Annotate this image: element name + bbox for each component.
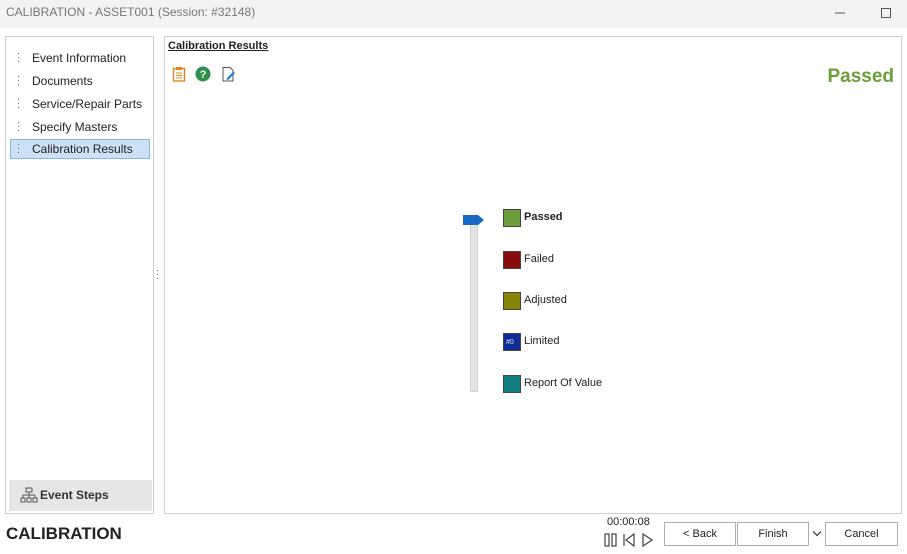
result-option-label: Adjusted: [524, 294, 567, 306]
pause-icon[interactable]: [603, 532, 619, 548]
calibration-results-panel: Calibration Results ? Passed Passed Fail…: [164, 36, 902, 514]
drag-handle-icon: · · ·: [17, 71, 20, 89]
drag-handle-icon: · · ·: [17, 94, 20, 112]
hierarchy-icon: [20, 487, 38, 503]
window-titlebar: CALIBRATION - ASSET001 (Session: #32148): [0, 0, 907, 28]
result-slider-thumb[interactable]: [463, 214, 485, 226]
sidebar-item-specify-masters[interactable]: · · · Specify Masters: [10, 117, 150, 137]
chevron-down-icon: [812, 531, 822, 537]
minimize-icon: [835, 12, 845, 14]
clipboard-icon[interactable]: [171, 66, 187, 82]
maximize-icon: [881, 8, 891, 18]
finish-button[interactable]: Finish: [737, 522, 809, 546]
result-option-label: Limited: [524, 335, 560, 347]
page-title: Calibration Results: [168, 40, 269, 52]
event-steps-sidebar: · · · Event Information · · · Documents · · · …: [5, 36, 154, 514]
play-icon[interactable]: [639, 532, 655, 548]
svg-text:?: ?: [200, 69, 207, 81]
minimize-button[interactable]: [830, 4, 850, 22]
drag-handle-icon: · · ·: [17, 117, 20, 135]
cancel-button[interactable]: Cancel: [825, 522, 898, 546]
maximize-button[interactable]: [876, 4, 896, 22]
panel-splitter-handle[interactable]: · · ·: [156, 266, 160, 283]
event-steps-button[interactable]: Event Steps: [9, 480, 152, 511]
sidebar-item-service-repair-parts[interactable]: · · · Service/Repair Parts: [10, 94, 150, 114]
swatch-mini-text: #0: [506, 339, 514, 346]
event-steps-label: Event Steps: [40, 488, 109, 502]
result-option-label: Report Of Value: [524, 377, 603, 389]
sidebar-item-label: Specify Masters: [32, 120, 118, 134]
sidebar-item-label: Calibration Results: [32, 142, 133, 156]
skip-back-icon[interactable]: [621, 532, 637, 548]
sidebar-item-documents[interactable]: · · · Documents: [10, 71, 150, 91]
drag-handle-icon: · · ·: [17, 139, 20, 157]
drag-handle-icon: · · ·: [17, 48, 20, 66]
status-swatch: [503, 375, 521, 393]
status-swatch: [503, 292, 521, 310]
status-swatch: [503, 251, 521, 269]
result-option-label: Failed: [524, 253, 554, 265]
sidebar-item-label: Service/Repair Parts: [32, 97, 143, 111]
back-button[interactable]: < Back: [664, 522, 736, 546]
help-icon[interactable]: ?: [195, 66, 211, 82]
calibration-status: Passed: [827, 66, 894, 87]
window-title: CALIBRATION - ASSET001 (Session: #32148): [6, 5, 256, 19]
sidebar-item-label: Documents: [32, 74, 93, 88]
sidebar-item-event-information[interactable]: · · · Event Information: [10, 48, 150, 68]
result-option-label: Passed: [524, 211, 563, 223]
result-slider-track[interactable]: [470, 220, 478, 392]
session-timer: 00:00:08: [607, 516, 650, 528]
edit-document-icon[interactable]: [220, 66, 236, 82]
status-swatch: [503, 209, 521, 227]
footer-title: CALIBRATION: [6, 524, 122, 543]
sidebar-item-calibration-results[interactable]: · · · Calibration Results: [10, 139, 150, 159]
sidebar-item-label: Event Information: [32, 51, 127, 65]
status-swatch: #0: [503, 333, 521, 351]
finish-dropdown-button[interactable]: [809, 522, 825, 546]
